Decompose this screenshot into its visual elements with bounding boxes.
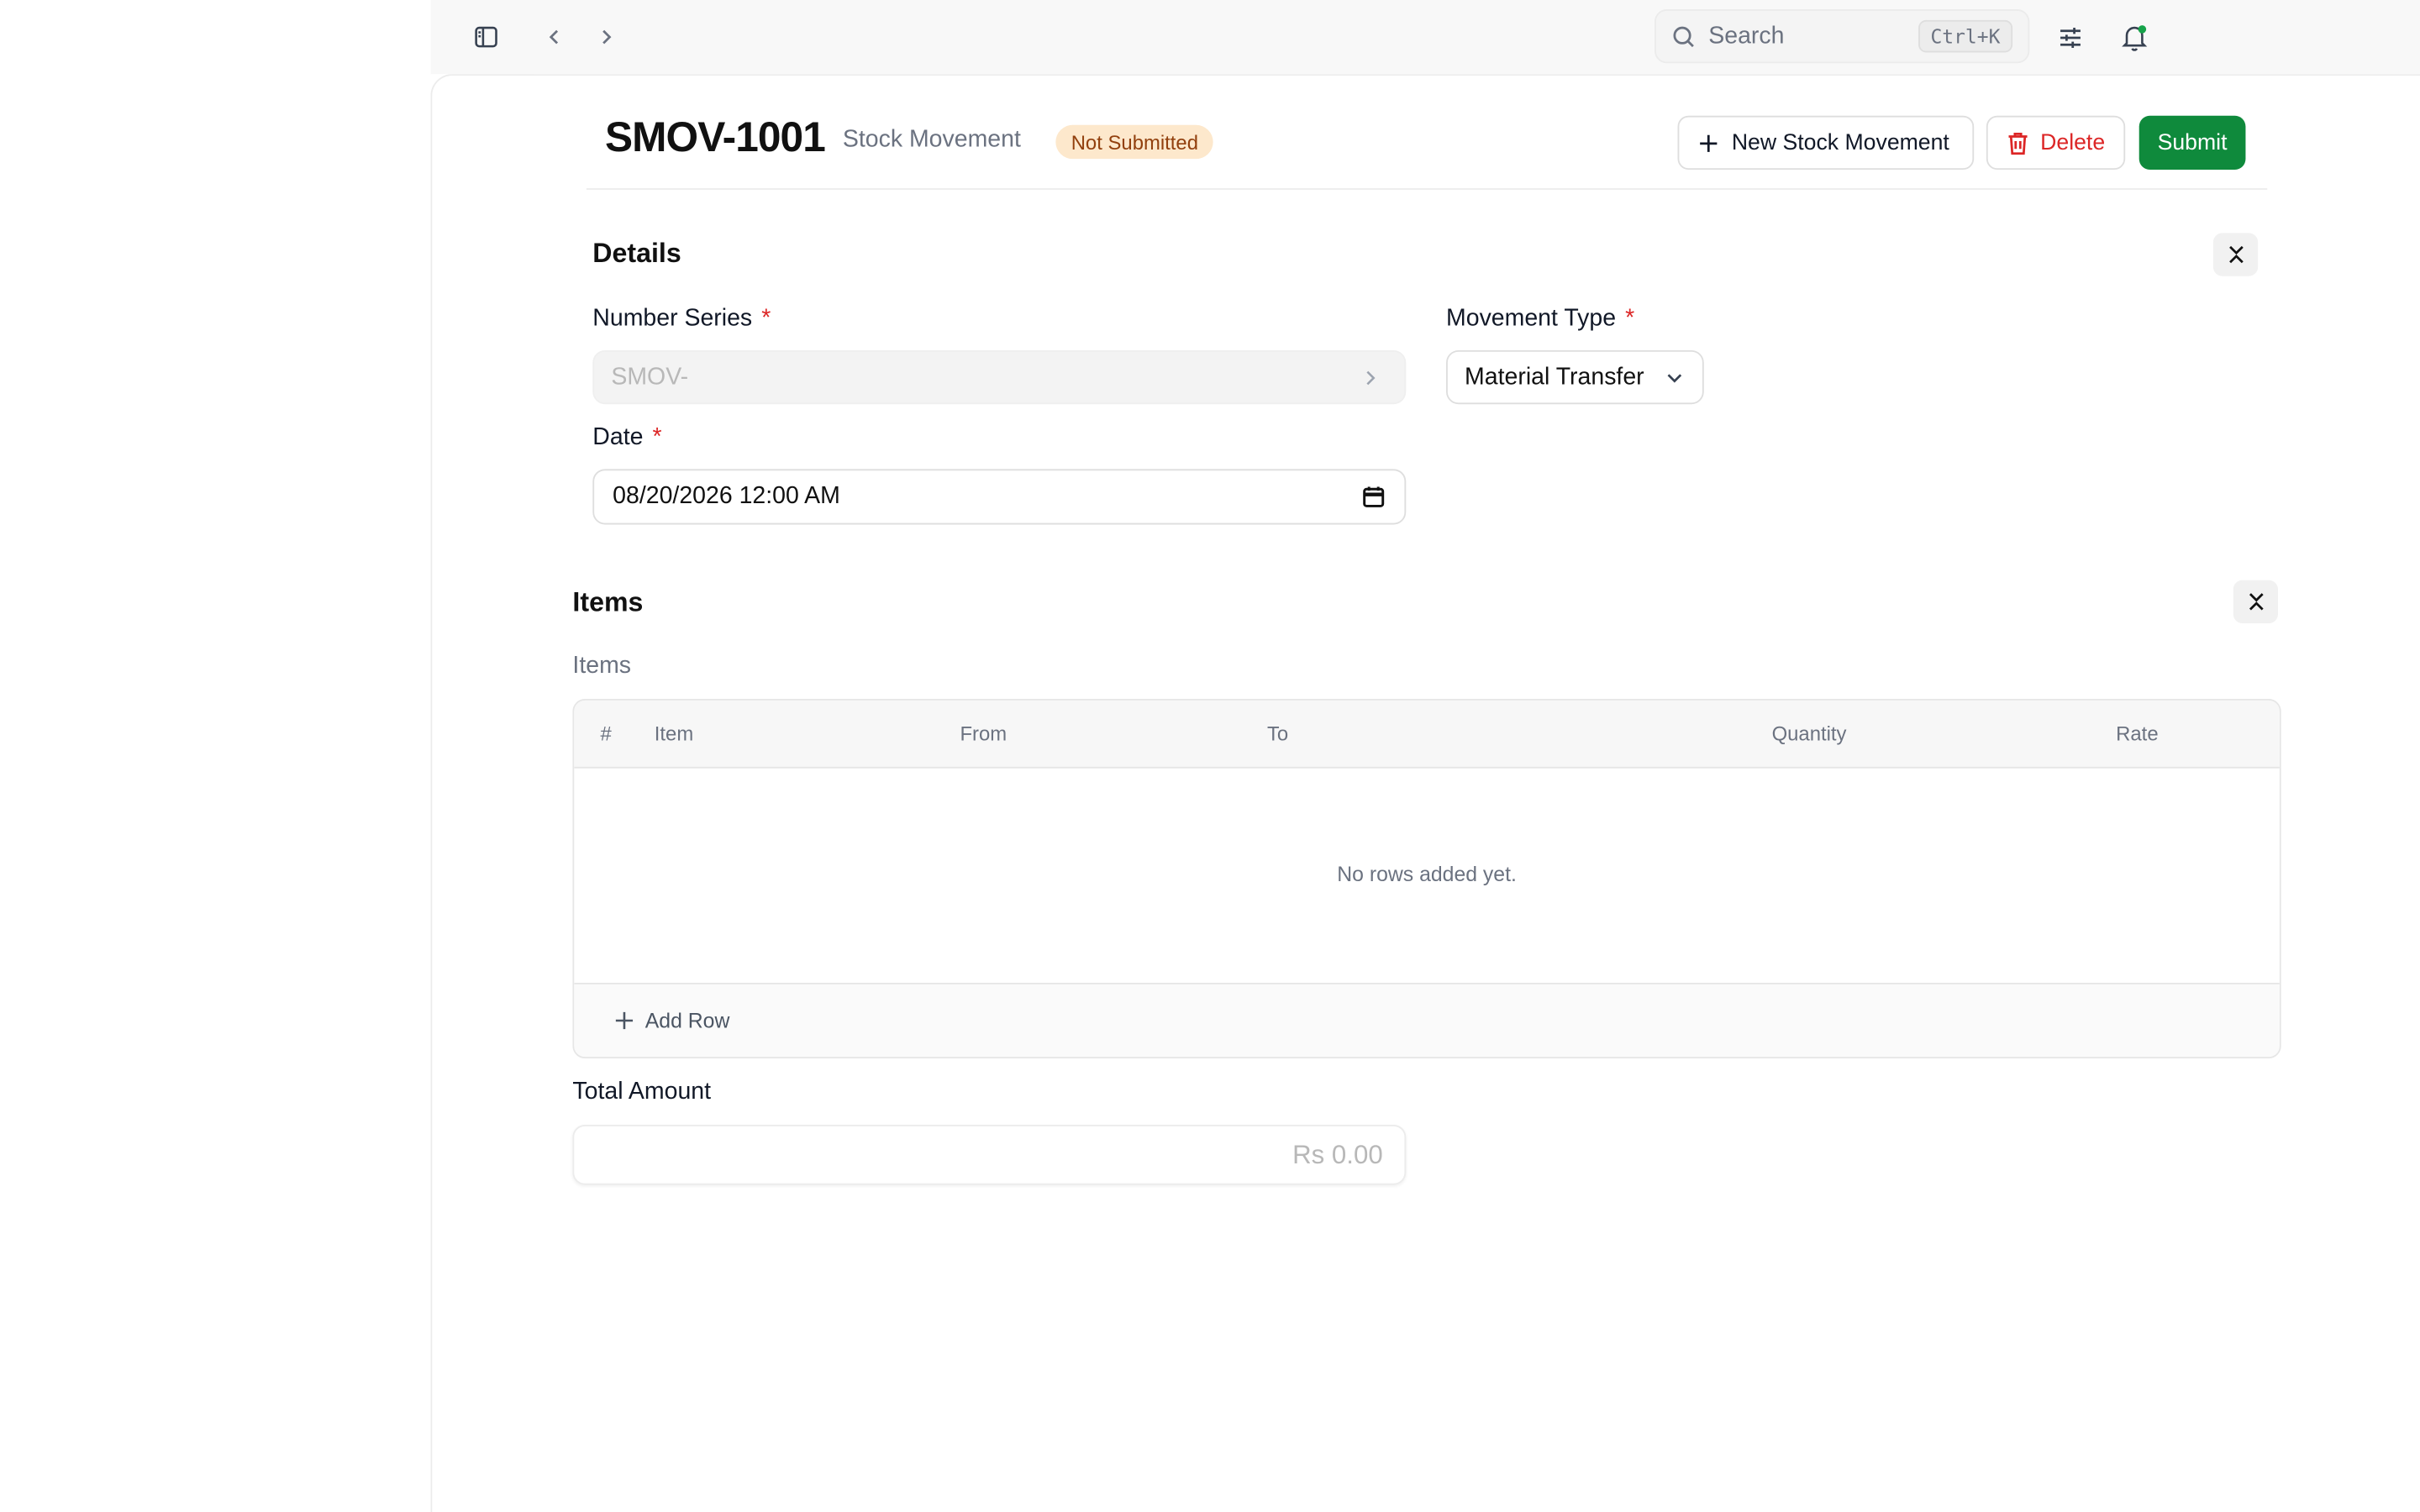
page-title: SMOV-1001 xyxy=(605,113,826,161)
add-row-label: Add Row xyxy=(644,1009,730,1032)
items-table-label: Items xyxy=(572,652,632,680)
delete-button[interactable]: Delete xyxy=(1986,115,2126,171)
movement-type-value: Material Transfer xyxy=(1465,363,1644,390)
trash-icon xyxy=(2007,130,2030,155)
search-placeholder: Search xyxy=(1708,22,1785,49)
column-header-to: To xyxy=(1266,722,1289,746)
sidebar-area xyxy=(0,0,431,1512)
total-amount-field: Rs 0.00 xyxy=(572,1124,1407,1185)
items-collapse-button[interactable] xyxy=(2233,580,2279,624)
number-series-value: SMOV- xyxy=(611,363,689,390)
collapse-icon xyxy=(2249,593,2263,611)
required-marker: * xyxy=(761,305,771,332)
required-marker: * xyxy=(1625,305,1635,332)
required-marker: * xyxy=(652,424,662,451)
details-collapse-button[interactable] xyxy=(2212,233,2259,276)
column-header-quantity: Quantity xyxy=(1771,722,1847,746)
movement-type-select[interactable]: Material Transfer xyxy=(1446,349,1704,405)
date-label-text: Date xyxy=(592,424,644,451)
chevron-down-icon xyxy=(1664,367,1686,389)
search-input[interactable]: Search Ctrl+K xyxy=(1654,9,2030,64)
column-header-index: # xyxy=(600,722,612,746)
table-footer: Add Row xyxy=(574,983,2280,1058)
new-stock-movement-button[interactable]: New Stock Movement xyxy=(1677,115,1975,171)
submit-button[interactable]: Submit xyxy=(2139,115,2246,171)
new-stock-movement-label: New Stock Movement xyxy=(1731,130,1949,155)
notification-bell-icon[interactable] xyxy=(2119,20,2150,54)
date-field[interactable]: 08/20/2026 12:00 AM xyxy=(592,469,1407,525)
calendar-icon[interactable] xyxy=(1361,485,1386,509)
number-series-field: SMOV- xyxy=(592,349,1407,405)
doc-type-label: Stock Movement xyxy=(842,126,1021,153)
items-table: # Item From To Quantity Rate No rows add… xyxy=(572,699,2281,1058)
number-series-label-text: Number Series xyxy=(592,305,753,332)
forward-icon[interactable] xyxy=(591,22,622,53)
table-header: # Item From To Quantity Rate xyxy=(574,700,2280,769)
filter-settings-icon[interactable] xyxy=(2054,22,2086,53)
plus-icon xyxy=(614,1011,634,1031)
back-icon[interactable] xyxy=(539,22,570,53)
date-label: Date * xyxy=(592,424,661,452)
empty-table-message: No rows added yet. xyxy=(1337,862,1517,886)
details-section-title: Details xyxy=(592,237,681,269)
chevron-right-icon xyxy=(1361,367,1380,389)
add-row-button[interactable]: Add Row xyxy=(614,1009,729,1032)
sidebar-toggle-icon[interactable] xyxy=(471,22,502,53)
plus-icon xyxy=(1697,132,1719,154)
collapse-icon xyxy=(2228,245,2243,264)
total-amount-value: Rs 0.00 xyxy=(1292,1139,1383,1169)
total-amount-label: Total Amount xyxy=(572,1078,712,1105)
header-divider xyxy=(586,188,2268,190)
items-section-title: Items xyxy=(572,585,644,617)
movement-type-label-text: Movement Type xyxy=(1446,305,1617,332)
column-header-item: Item xyxy=(654,722,694,746)
number-series-label: Number Series * xyxy=(592,306,771,333)
column-header-from: From xyxy=(960,722,1007,746)
search-shortcut-badge: Ctrl+K xyxy=(1918,19,2013,53)
search-icon xyxy=(1671,24,1696,48)
column-header-rate: Rate xyxy=(2116,722,2159,746)
movement-type-label: Movement Type * xyxy=(1446,306,1634,333)
date-value: 08/20/2026 12:00 AM xyxy=(613,482,840,510)
status-badge: Not Submitted xyxy=(1055,124,1214,160)
delete-label: Delete xyxy=(2040,130,2106,155)
